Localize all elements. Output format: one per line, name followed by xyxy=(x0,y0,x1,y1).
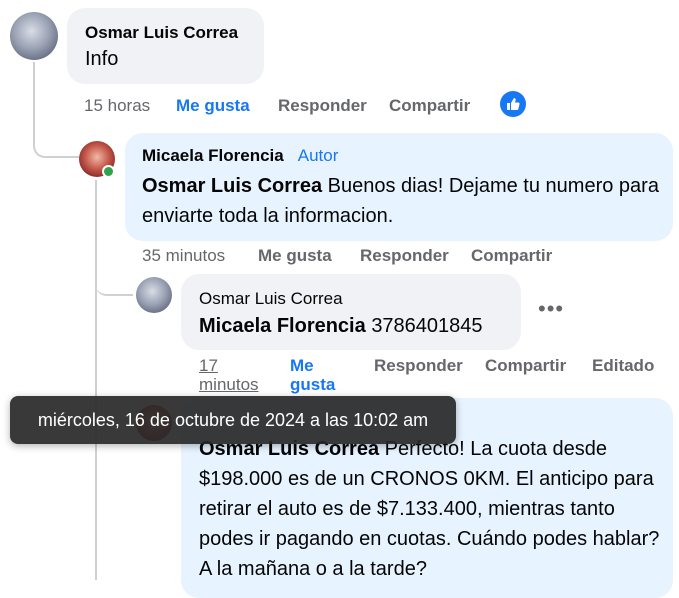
timestamp-tooltip: miércoles, 16 de octubre de 2024 a las 1… xyxy=(10,396,456,444)
edited-label: Editado xyxy=(592,356,655,375)
reply-button[interactable]: Responder xyxy=(374,356,463,375)
reply-button[interactable]: Responder xyxy=(278,96,367,116)
comment-time[interactable]: 15 horas xyxy=(84,96,150,116)
commenter-name-link[interactable]: Micaela Florencia xyxy=(142,146,284,165)
commenter-name: Micaela Florencia Autor xyxy=(142,146,338,166)
comment-actions: 35 minutos Me gusta Responder Compartir xyxy=(142,246,592,268)
like-label-line1: Me xyxy=(290,356,314,375)
avatar[interactable] xyxy=(10,12,58,60)
reply-button[interactable]: Responder xyxy=(360,246,449,266)
like-button[interactable]: Me gusta xyxy=(176,96,250,116)
comment-time[interactable]: 17 minutos xyxy=(199,356,259,394)
like-button[interactable]: Me gusta xyxy=(258,246,332,266)
like-label-line2: gusta xyxy=(290,375,336,394)
comment-body: 3786401845 xyxy=(371,315,483,337)
share-button[interactable]: Compartir xyxy=(471,246,552,266)
more-horizontal-icon[interactable]: ••• xyxy=(538,296,564,322)
comment-bubble: Osmar Luis Correa Micaela Florencia 3786… xyxy=(181,274,521,350)
author-badge: Autor xyxy=(297,146,339,165)
commenter-name[interactable]: Osmar Luis Correa xyxy=(199,289,343,309)
share-button[interactable]: Compartir xyxy=(389,96,470,116)
comment-text: Osmar Luis Correa Perfecto! La cuota des… xyxy=(199,434,661,584)
comment-time-line2: minutos xyxy=(199,375,259,394)
avatar[interactable] xyxy=(136,277,172,313)
comment-bubble: Osmar Luis Correa Info xyxy=(67,8,264,84)
commenter-name[interactable]: Osmar Luis Correa xyxy=(85,23,238,43)
mention-link[interactable]: Micaela Florencia xyxy=(199,315,366,337)
online-status-indicator xyxy=(102,165,115,178)
comment-bubble: Micaela Florencia Autor Osmar Luis Correa… xyxy=(125,133,673,241)
share-button[interactable]: Compartir xyxy=(485,356,566,375)
thumbs-up-icon[interactable] xyxy=(500,91,526,117)
comment-text: Micaela Florencia 3786401845 xyxy=(199,311,483,341)
comment-time[interactable]: 35 minutos xyxy=(142,246,225,266)
like-button[interactable]: Me gusta xyxy=(290,356,335,394)
comment-text: Info xyxy=(85,48,119,70)
comment-actions: 17 minutos Me gusta Responder Compartir … xyxy=(199,356,669,396)
mention-link[interactable]: Osmar Luis Correa xyxy=(142,175,322,197)
comment-text: Osmar Luis Correa Buenos dias! Dejame tu… xyxy=(142,171,662,231)
thread-connector-nested xyxy=(95,240,133,296)
comment-time-line1: 17 xyxy=(199,356,218,375)
comment-actions: 15 horas Me gusta Responder Compartir xyxy=(84,96,534,118)
